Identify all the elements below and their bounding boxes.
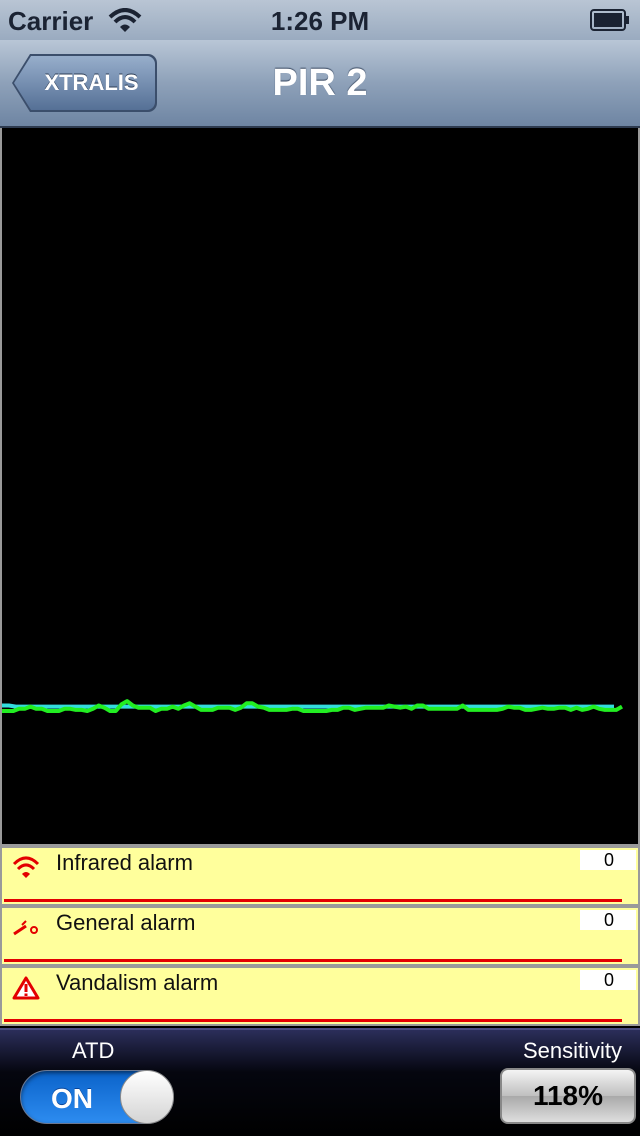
battery-icon (590, 9, 629, 31)
alarm-count: 0 (580, 850, 636, 870)
atd-label: ATD (72, 1038, 115, 1063)
sensitivity-button[interactable]: 118% (500, 1068, 636, 1124)
alarm-label: General alarm (56, 910, 196, 935)
sensitivity-label: Sensitivity (522, 1038, 622, 1063)
alarm-row-infrared[interactable]: Infrared alarm 0 (2, 848, 638, 904)
status-bar: Carrier 1:26 PM (0, 0, 640, 40)
alarm-indicator-bar (4, 959, 622, 962)
warning-triangle-icon (12, 976, 40, 1000)
status-time: 1:26 PM (270, 6, 370, 36)
toggle-knob[interactable] (120, 1070, 174, 1124)
alarm-row-general[interactable]: General alarm 0 (2, 908, 638, 964)
alarm-count: 0 (580, 910, 636, 930)
alarm-count: 0 (580, 970, 636, 990)
signal-chart (0, 128, 640, 846)
page-title: PIR 2 (272, 62, 368, 104)
atd-toggle-state: ON (51, 1083, 93, 1114)
alarm-indicator-bar (4, 1019, 622, 1022)
key-alarm-icon (13, 920, 38, 936)
alarm-list: Infrared alarm 0 General alarm 0 Vandali… (0, 846, 640, 1026)
wifi-alarm-icon (12, 856, 40, 878)
alarm-row-vandalism[interactable]: Vandalism alarm 0 (2, 968, 638, 1024)
signal-chart-svg (2, 699, 624, 713)
navigation-bar: XTRALIS PIR 2 (0, 40, 640, 128)
bottom-controls: ATD ON Sensitivity 118% (0, 1028, 640, 1136)
alarm-indicator-bar (4, 899, 622, 902)
alarm-label: Infrared alarm (56, 850, 193, 875)
atd-toggle[interactable]: ON (20, 1070, 174, 1124)
alarm-label: Vandalism alarm (56, 970, 219, 995)
